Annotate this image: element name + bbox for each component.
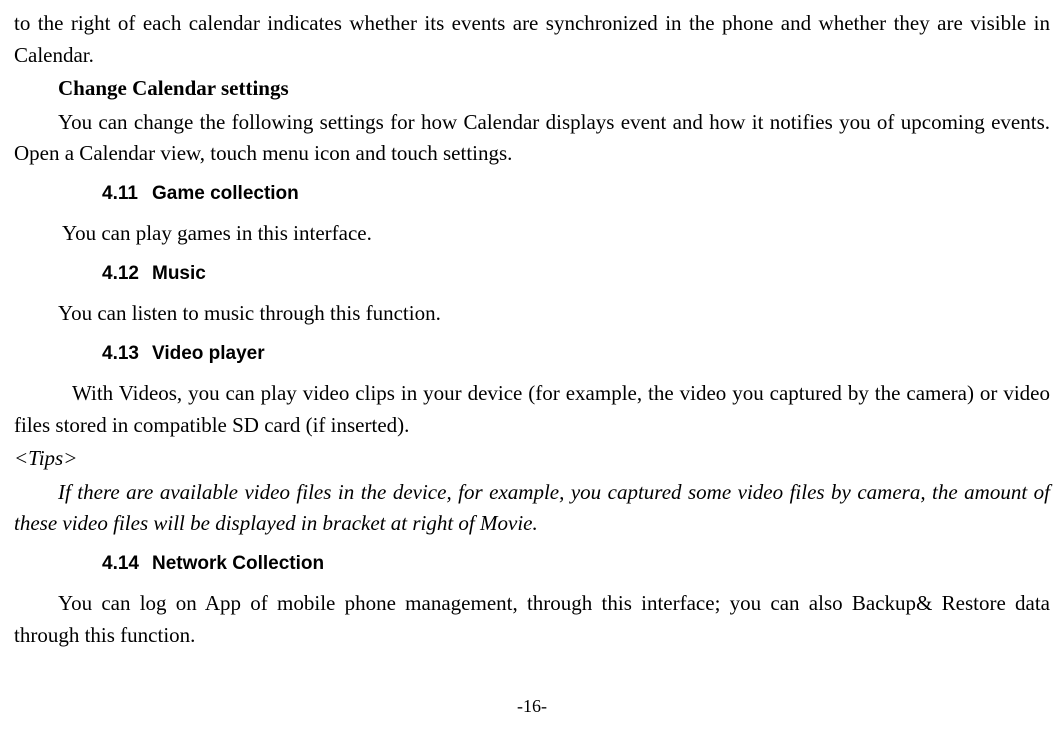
- section-number: 4.12: [102, 260, 152, 289]
- section-number: 4.13: [102, 340, 152, 369]
- section-heading-412: 4.12Music: [14, 260, 1050, 289]
- section-number: 4.11: [102, 180, 152, 209]
- paragraph-continuation: to the right of each calendar indicates …: [14, 8, 1050, 71]
- section-heading-414: 4.14Network Collection: [14, 550, 1050, 579]
- section-title: Video player: [152, 343, 265, 364]
- paragraph-414: You can log on App of mobile phone manag…: [14, 588, 1050, 651]
- tips-body: If there are available video files in th…: [14, 477, 1050, 540]
- section-heading-411: 4.11Game collection: [14, 180, 1050, 209]
- paragraph-411: You can play games in this interface.: [14, 218, 1050, 250]
- document-body: to the right of each calendar indicates …: [14, 8, 1050, 651]
- tips-label: <Tips>: [14, 443, 1050, 475]
- paragraph-change-settings: You can change the following settings fo…: [14, 107, 1050, 170]
- section-title: Game collection: [152, 183, 299, 204]
- section-number: 4.14: [102, 550, 152, 579]
- section-title: Network Collection: [152, 553, 324, 574]
- paragraph-413: With Videos, you can play video clips in…: [14, 378, 1050, 441]
- section-title: Music: [152, 263, 206, 284]
- heading-change-calendar-settings: Change Calendar settings: [14, 73, 1050, 105]
- page-number: -16-: [0, 693, 1064, 720]
- section-heading-413: 4.13Video player: [14, 340, 1050, 369]
- paragraph-412: You can listen to music through this fun…: [14, 298, 1050, 330]
